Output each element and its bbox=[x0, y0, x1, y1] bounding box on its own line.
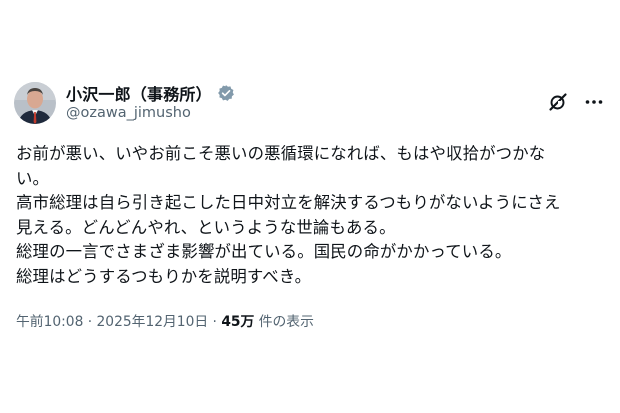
person-portrait-icon bbox=[14, 82, 56, 124]
views-label: 件の表示 bbox=[254, 314, 314, 330]
author-display-name[interactable]: 小沢一郎（事務所） bbox=[66, 81, 212, 105]
tweet-text-line: 総理はどうするつもりかを説明すべき。 bbox=[16, 266, 312, 286]
verified-badge-icon bbox=[217, 84, 235, 102]
display-name-row: 小沢一郎（事務所） bbox=[66, 82, 235, 104]
more-dots-icon[interactable] bbox=[584, 92, 604, 112]
header-actions bbox=[548, 92, 604, 112]
author-names: 小沢一郎（事務所） @ozawa_jimusho bbox=[66, 82, 235, 121]
meta-separator: · bbox=[83, 314, 97, 330]
tweet-text-line: 高市総理は自ら引き起こした日中対立を解決するつもりがないようにさえ bbox=[16, 193, 561, 213]
grok-slash-icon[interactable] bbox=[548, 92, 568, 112]
tweet-text-line: 総理の一言でさまざま影響が出ている。国民の命がかかっている。 bbox=[16, 242, 512, 262]
tweet-time: 午前10:08 bbox=[16, 314, 84, 330]
tweet-timestamp-link[interactable]: 午前10:08 · 2025年12月10日 bbox=[16, 314, 208, 330]
tweet-text-line: お前が悪い、いやお前こそ悪いの悪循環になれば、もはや収拾がつかな bbox=[16, 144, 546, 163]
views-count[interactable]: 45万 bbox=[221, 314, 254, 330]
tweet-header: 小沢一郎（事務所） @ozawa_jimusho bbox=[14, 82, 606, 126]
tweet-text-line: 見える。どんどんやれ、というような世論もある。 bbox=[16, 217, 396, 237]
tweet-meta: 午前10:08 · 2025年12月10日 · 45万 件の表示 bbox=[16, 310, 314, 330]
meta-separator: · bbox=[208, 314, 222, 330]
tweet-text-line: い。 bbox=[16, 168, 50, 188]
tweet-text: お前が悪い、いやお前こそ悪いの悪循環になれば、もはや収拾がつかな い。 高市総理… bbox=[16, 142, 608, 290]
author-avatar[interactable] bbox=[14, 82, 56, 124]
tweet-date: 2025年12月10日 bbox=[96, 314, 209, 330]
tweet-card: 小沢一郎（事務所） @ozawa_jimusho お前が悪い、いやお前こそ悪いの… bbox=[0, 0, 620, 413]
author-handle[interactable]: @ozawa_jimusho bbox=[66, 105, 235, 121]
